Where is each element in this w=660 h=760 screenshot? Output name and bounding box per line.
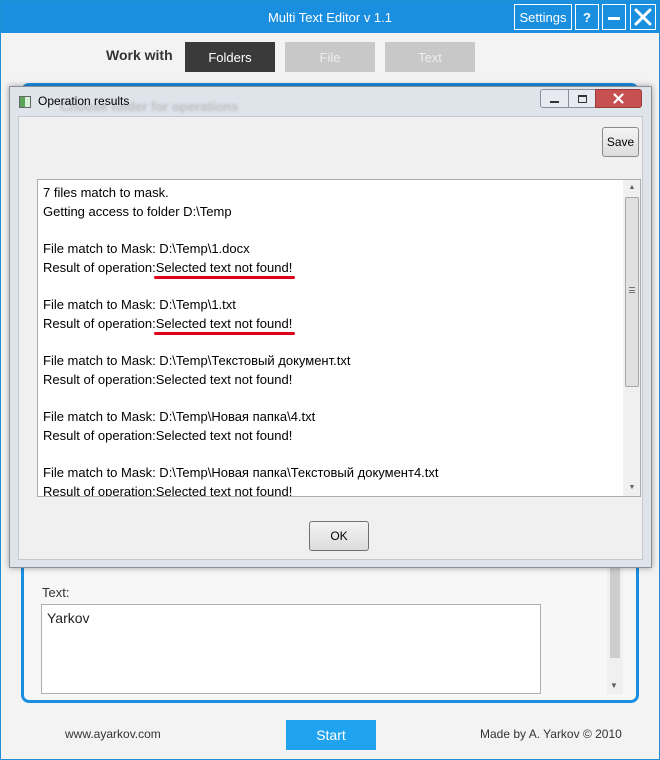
log-line: File match to Mask: D:\Temp\1.txt [43, 297, 236, 312]
mode-text-button[interactable]: Text [385, 42, 475, 72]
close-icon [634, 8, 652, 26]
result-prefix: Result of operation: [43, 316, 156, 331]
help-button[interactable]: ? [575, 4, 599, 30]
window-icon [19, 96, 31, 108]
scroll-down-icon[interactable]: ▼ [610, 681, 618, 690]
dialog-close-button[interactable] [595, 89, 642, 108]
text-input[interactable]: Yarkov [41, 604, 541, 694]
log-line: File match to Mask: D:\Temp\Новая папка\… [43, 409, 316, 424]
panel-scrollbar[interactable]: ▼ [607, 566, 623, 694]
text-label: Text: [42, 585, 70, 600]
log-line: File match to Mask: D:\Temp\Текстовый до… [43, 353, 351, 368]
dialog-content: Save 7 files match to mask. Getting acce… [18, 116, 643, 560]
website-link[interactable]: www.ayarkov.com [65, 727, 161, 741]
highlighted-result: Selected text not found! [153, 316, 296, 335]
ok-button[interactable]: OK [309, 521, 369, 551]
save-button[interactable]: Save [602, 127, 639, 157]
dialog-minimize-button[interactable] [540, 89, 569, 108]
result-prefix: Result of operation: [43, 260, 156, 275]
log-line: Result of operation:Selected text not fo… [43, 428, 293, 443]
mode-file-button[interactable]: File [285, 42, 375, 72]
grip-icon [629, 287, 635, 293]
work-with-label: Work with [106, 47, 173, 63]
close-icon [613, 93, 624, 104]
settings-button[interactable]: Settings [514, 4, 572, 30]
dialog-title: Operation results [38, 94, 130, 108]
log-line: File match to Mask: D:\Temp\Новая папка\… [43, 465, 439, 480]
mode-folders-button[interactable]: Folders [185, 42, 275, 72]
credit-text: Made by A. Yarkov © 2010 [480, 727, 622, 741]
log-line: Getting access to folder D:\Temp [43, 204, 232, 219]
dialog-title-bar[interactable]: Choose folder for operations Operation r… [10, 87, 651, 115]
scroll-down-icon[interactable]: ▼ [623, 480, 640, 496]
red-underline [153, 276, 296, 279]
title-bar: Multi Text Editor v 1.1 Settings ? [1, 1, 659, 33]
close-button[interactable] [630, 4, 656, 30]
minimize-button[interactable] [602, 4, 626, 30]
log-line: 7 files match to mask. [43, 185, 169, 200]
maximize-icon [577, 94, 587, 103]
scroll-up-icon[interactable]: ▲ [623, 180, 640, 196]
log-line: Result of operation:Selected text not fo… [43, 314, 618, 335]
log-line: Result of operation:Selected text not fo… [43, 258, 618, 279]
results-scrollbar[interactable]: ▲ ▼ [623, 180, 640, 496]
red-underline [153, 332, 296, 335]
results-textbox[interactable]: 7 files match to mask. Getting access to… [37, 179, 641, 497]
results-log: 7 files match to mask. Getting access to… [43, 183, 618, 497]
operation-results-dialog: Choose folder for operations Operation r… [9, 86, 652, 568]
log-line: Result of operation:Selected text not fo… [43, 372, 293, 387]
log-line: Result of operation:Selected text not fo… [43, 484, 293, 497]
minimize-icon [608, 16, 620, 20]
highlighted-result: Selected text not found! [153, 260, 296, 279]
start-button[interactable]: Start [286, 720, 376, 750]
dialog-maximize-button[interactable] [568, 89, 596, 108]
results-scrollbar-thumb[interactable] [625, 197, 639, 387]
panel-scrollbar-thumb[interactable] [610, 566, 620, 658]
log-line: File match to Mask: D:\Temp\1.docx [43, 241, 250, 256]
minimize-icon [550, 100, 559, 103]
